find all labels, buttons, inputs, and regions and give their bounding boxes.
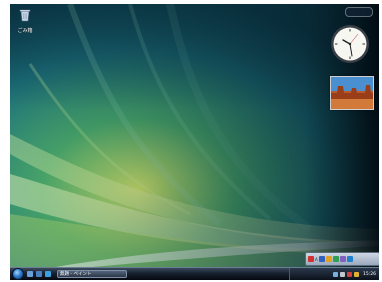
slideshow-photo [331, 77, 373, 109]
network-icon[interactable] [333, 271, 339, 277]
dictionary-icon[interactable] [325, 256, 332, 262]
language-bar[interactable]: A [305, 252, 379, 266]
switch-windows-icon[interactable] [36, 271, 42, 277]
start-button[interactable] [12, 268, 24, 280]
sidebar-controls[interactable] [345, 7, 373, 17]
input-mode-icon[interactable] [318, 256, 325, 262]
notification-area: 15:26 [289, 268, 379, 280]
vista-wallpaper [10, 4, 379, 268]
help-icon[interactable] [346, 256, 353, 262]
clock-gadget [331, 25, 369, 63]
ime-mode-indicator[interactable]: A [315, 257, 318, 262]
taskbar-clock[interactable]: 15:26 [363, 272, 376, 277]
tools-icon[interactable] [339, 256, 346, 262]
slideshow-gadget[interactable] [330, 76, 374, 110]
desktop-screen: ごみ箱 A 無題 - ペイント 15:26 [10, 4, 379, 280]
volume-icon[interactable] [340, 271, 346, 277]
ime-icon[interactable] [308, 256, 314, 262]
task-button-paint[interactable]: 無題 - ペイント [57, 270, 127, 278]
taskbar: 無題 - ペイント 15:26 [10, 267, 379, 280]
show-desktop-icon[interactable] [27, 271, 33, 277]
recycle-bin-label: ごみ箱 [17, 28, 33, 34]
recycle-bin-shortcut[interactable]: ごみ箱 [13, 7, 37, 34]
internet-explorer-icon[interactable] [45, 271, 51, 277]
pad-icon[interactable] [332, 256, 339, 262]
task-button-label: 無題 - ペイント [60, 272, 92, 277]
security-icon[interactable] [347, 271, 353, 277]
update-icon[interactable] [354, 271, 360, 277]
recycle-bin-icon [19, 9, 31, 22]
